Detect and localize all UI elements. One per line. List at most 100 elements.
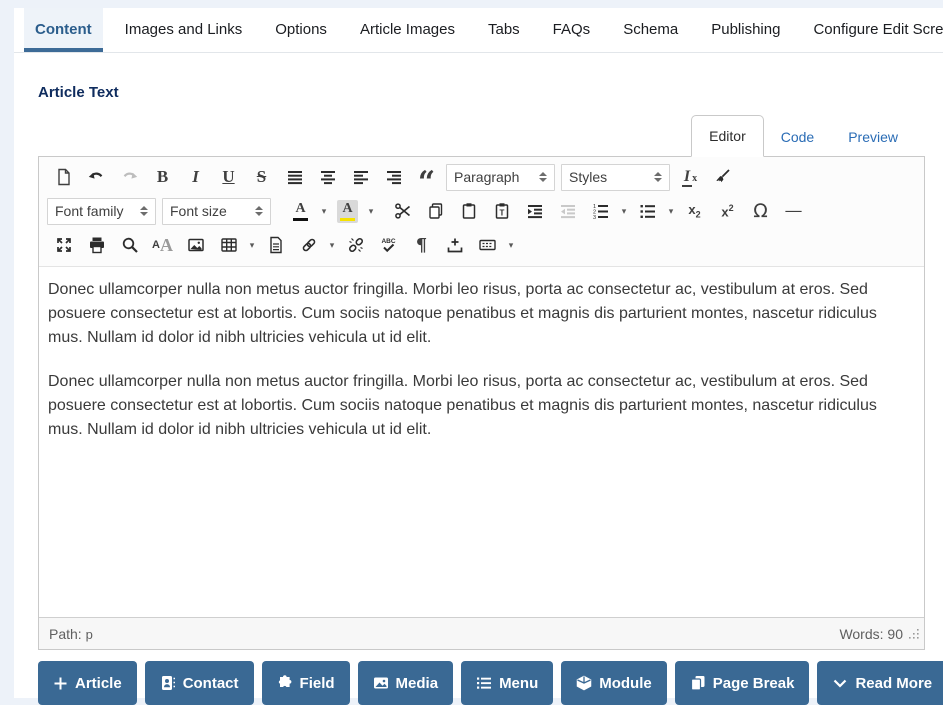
editor-status-bar: Path: p Words: 90	[39, 617, 924, 649]
search-button[interactable]	[113, 231, 146, 259]
numbered-list-button[interactable]: 123	[584, 197, 617, 225]
redo-button[interactable]	[113, 163, 146, 191]
insert-page-break-button[interactable]: Page Break	[675, 661, 810, 705]
pages-icon	[690, 675, 706, 691]
tab-code[interactable]: Code	[764, 117, 831, 157]
paste-icon	[460, 202, 478, 220]
paste-button[interactable]	[452, 197, 485, 225]
italic-button[interactable]: I	[179, 163, 212, 191]
underline-button[interactable]: U	[212, 163, 245, 191]
svg-text:3: 3	[593, 215, 596, 220]
unlink-icon	[347, 236, 365, 254]
align-justify-button[interactable]	[278, 163, 311, 191]
insert-menu-button[interactable]: Menu	[461, 661, 553, 705]
insert-image-button[interactable]	[179, 231, 212, 259]
insert-field-button[interactable]: Field	[262, 661, 350, 705]
cleanup-button[interactable]	[706, 163, 739, 191]
undo-button[interactable]	[80, 163, 113, 191]
styles-select[interactable]: Styles	[561, 164, 670, 191]
superscript-button[interactable]: x2	[711, 197, 744, 225]
font-family-value: Font family	[55, 203, 123, 219]
fullscreen-button[interactable]	[47, 231, 80, 259]
text-color-button[interactable]: A	[284, 197, 317, 225]
path-value[interactable]: p	[86, 627, 93, 642]
element-path: Path: p	[49, 626, 93, 642]
bullet-list-button[interactable]	[631, 197, 664, 225]
align-left-button[interactable]	[344, 163, 377, 191]
document-icon	[267, 236, 285, 254]
bold-button[interactable]: B	[146, 163, 179, 191]
tab-images-and-links[interactable]: Images and Links	[114, 8, 254, 52]
insert-read-more-button[interactable]: Read More	[817, 661, 943, 705]
insert-link-button[interactable]	[292, 231, 325, 259]
resize-grip-icon[interactable]	[908, 628, 920, 640]
editor-content-area[interactable]: Donec ullamcorper nulla non metus auctor…	[39, 267, 924, 617]
case-change-button[interactable]: AA	[146, 231, 179, 259]
keyboard-button[interactable]	[471, 231, 504, 259]
tab-schema[interactable]: Schema	[612, 8, 689, 52]
strikethrough-button[interactable]: S	[245, 163, 278, 191]
tab-tabs[interactable]: Tabs	[477, 8, 531, 52]
insert-media-button[interactable]: Media	[358, 661, 454, 705]
subscript-button[interactable]: x2	[678, 197, 711, 225]
paragraph-format-select[interactable]: Paragraph	[446, 164, 555, 191]
unlink-button[interactable]	[339, 231, 372, 259]
toolbar-row-3: AA ▾ ▾	[47, 228, 916, 262]
content-paragraph: Donec ullamcorper nulla non metus auctor…	[48, 278, 915, 350]
align-justify-icon	[286, 168, 304, 186]
document-button[interactable]	[259, 231, 292, 259]
print-button[interactable]	[80, 231, 113, 259]
clear-formatting-button[interactable]: Ix	[673, 163, 706, 191]
indent-icon	[526, 202, 544, 220]
strikethrough-icon: S	[257, 167, 266, 187]
image-icon	[187, 236, 205, 254]
tab-article-images[interactable]: Article Images	[349, 8, 466, 52]
tab-content[interactable]: Content	[24, 8, 103, 52]
insert-contact-button[interactable]: Contact	[145, 661, 254, 705]
table-button[interactable]	[212, 231, 245, 259]
list-icon	[476, 675, 492, 691]
font-size-value: Font size	[170, 203, 227, 219]
table-caret-icon[interactable]: ▾	[245, 240, 259, 251]
spellcheck-button[interactable]: ABC	[372, 231, 405, 259]
outdent-button[interactable]	[551, 197, 584, 225]
align-center-button[interactable]	[311, 163, 344, 191]
horizontal-rule-button[interactable]: —	[777, 197, 810, 225]
font-size-select[interactable]: Font size	[162, 198, 271, 225]
tab-options[interactable]: Options	[264, 8, 338, 52]
tab-preview[interactable]: Preview	[831, 117, 915, 157]
special-character-button[interactable]: Ω	[744, 197, 777, 225]
text-color-icon: A	[290, 200, 311, 223]
cut-button[interactable]	[386, 197, 419, 225]
font-family-select[interactable]: Font family	[47, 198, 156, 225]
text-color-caret-icon[interactable]: ▾	[317, 206, 331, 217]
paragraph-format-value: Paragraph	[454, 169, 519, 185]
background-color-caret-icon[interactable]: ▾	[364, 206, 378, 217]
blockquote-button[interactable]: “	[410, 163, 443, 191]
clean-broom-icon	[713, 168, 732, 186]
tab-faqs[interactable]: FAQs	[542, 8, 602, 52]
keyboard-caret-icon[interactable]: ▾	[504, 240, 518, 251]
tab-editor[interactable]: Editor	[691, 115, 764, 157]
bullet-list-caret-icon[interactable]: ▾	[664, 206, 678, 217]
tab-configure-edit-screen[interactable]: Configure Edit Screen	[802, 8, 943, 52]
paragraph-marks-button[interactable]: ¶	[405, 231, 438, 259]
insert-article-button[interactable]: Article	[38, 661, 137, 705]
copy-button[interactable]	[419, 197, 452, 225]
editor-insert-buttons: Article Contact Field Media Menu Module	[38, 661, 925, 705]
insert-module-button[interactable]: Module	[561, 661, 667, 705]
toolbar-row-2: Font family Font size A ▾ A ▾	[47, 194, 916, 228]
tab-publishing[interactable]: Publishing	[700, 8, 791, 52]
align-right-button[interactable]	[377, 163, 410, 191]
background-color-button[interactable]: A	[331, 197, 364, 225]
link-caret-icon[interactable]: ▾	[325, 240, 339, 251]
cut-icon	[394, 202, 412, 220]
paste-as-text-button[interactable]: T	[485, 197, 518, 225]
align-right-icon	[385, 168, 403, 186]
indent-button[interactable]	[518, 197, 551, 225]
link-icon	[300, 236, 318, 254]
insert-template-button[interactable]	[438, 231, 471, 259]
new-document-button[interactable]	[47, 163, 80, 191]
numbered-list-caret-icon[interactable]: ▾	[617, 206, 631, 217]
horizontal-rule-icon: —	[786, 202, 802, 220]
